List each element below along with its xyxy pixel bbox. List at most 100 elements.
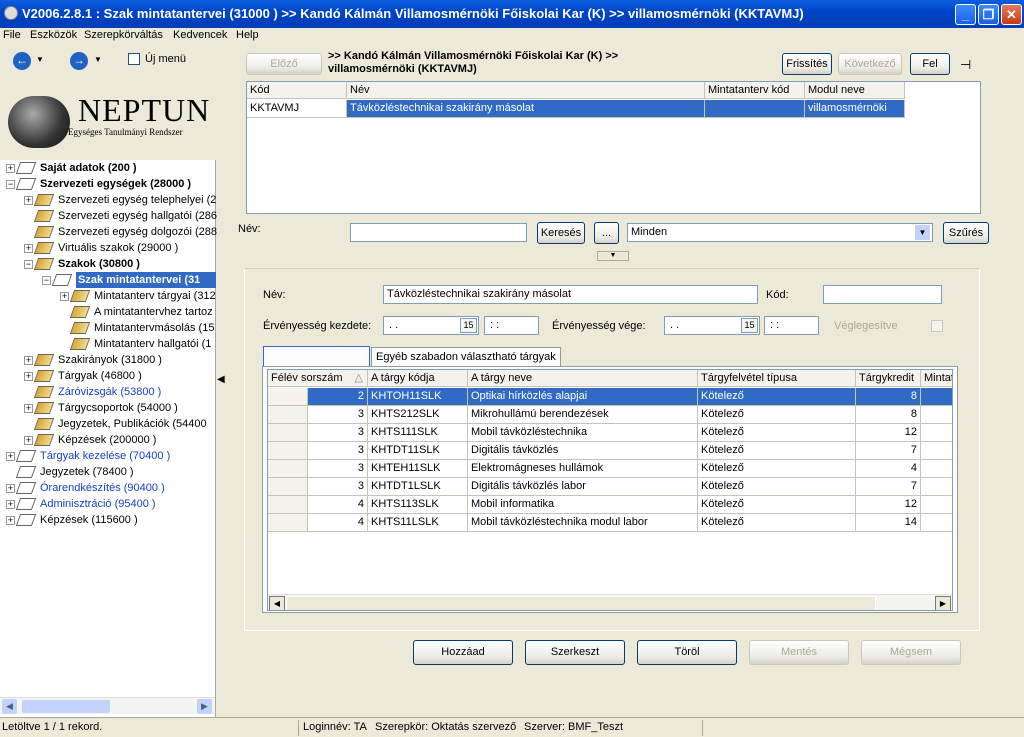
expand-icon[interactable]: + [24,196,33,205]
table-cell[interactable]: KHTDT1LSLK [368,478,468,496]
scroll-left-icon[interactable]: ◀ [269,596,285,610]
tree-item[interactable]: + Képzések (200000 ) [0,432,215,448]
splitter-down-icon[interactable]: ▼ [597,251,629,261]
table-cell[interactable]: KHTDT11SLK [368,442,468,460]
table-cell[interactable]: 4 [308,514,368,532]
table-cell[interactable]: Digitális távközlés labor [468,478,698,496]
tree-item[interactable]: + Tárgyak kezelése (70400 ) [0,448,215,464]
scroll-left-icon[interactable]: ◀ [2,699,17,714]
col-header-enrollment-type[interactable]: Tárgyfelvétel típusa [698,370,856,387]
expand-icon[interactable]: + [60,292,69,301]
table-cell[interactable] [921,496,952,514]
scroll-thumb[interactable] [286,596,876,610]
filter-select[interactable]: Minden ▼ [627,223,933,242]
collapse-panel-icon[interactable]: ◀ [217,367,226,393]
tree-item[interactable]: + Szervezeti egység telephelyei (2 [0,192,216,208]
table-cell[interactable]: 14 [856,514,921,532]
subjects-horizontal-scrollbar[interactable]: ◀ ▶ [268,594,952,610]
tree-horizontal-scrollbar[interactable]: ◀ ▶ [0,697,215,714]
table-cell[interactable]: Kötelező [698,424,856,442]
back-icon[interactable]: ← [13,52,31,70]
col-header-subject-code[interactable]: A tárgy kódja [368,370,468,387]
table-cell[interactable]: Elektromágneses hullámok [468,460,698,478]
pin-icon[interactable]: ⊣ [960,57,971,73]
table-cell[interactable]: 4 [856,460,921,478]
calendar-icon[interactable]: 15 [460,318,477,333]
tree-item[interactable]: Mintatanterv hallgatói (1 [0,336,215,352]
delete-button[interactable]: Töröl [637,640,737,665]
tree-item[interactable]: Szervezeti egység dolgozói (288 [0,224,217,240]
table-cell[interactable]: Kötelező [698,478,856,496]
tree-item[interactable]: + Tárgyak (46800 ) [0,368,215,384]
table-cell[interactable] [921,514,952,532]
col-header-code[interactable]: Kód [247,82,347,99]
expand-icon[interactable]: + [24,372,33,381]
collapse-icon[interactable]: − [6,180,15,189]
table-cell[interactable]: Digitális távközlés [468,442,698,460]
menu-favorites[interactable]: Kedvencek [173,29,227,41]
table-cell[interactable]: Kötelező [698,388,856,406]
menu-help[interactable]: Help [236,29,259,41]
table-cell[interactable]: KHTS212SLK [368,406,468,424]
expand-icon[interactable]: + [24,436,33,445]
close-button[interactable]: ✕ [1001,4,1022,25]
previous-button[interactable]: Előző [246,53,322,75]
table-cell[interactable]: KHTS111SLK [368,424,468,442]
col-header-module[interactable]: Modul neve [805,82,905,99]
col-header-plan-code[interactable]: Mintatanterv kód [705,82,805,99]
menu-tools[interactable]: Eszközök [30,29,77,41]
edit-button[interactable]: Szerkeszt [525,640,625,665]
table-cell[interactable]: Mikrohullámú berendezések [468,406,698,424]
table-cell[interactable]: 3 [308,442,368,460]
table-cell[interactable]: KHTOH11SLK [368,388,468,406]
tree-item[interactable]: − Szak mintatantervei (31 [0,272,216,288]
app-icon[interactable] [4,6,18,20]
table-cell[interactable]: Mobil távközléstechnika modul labor [468,514,698,532]
filter-button[interactable]: Szűrés [943,222,989,244]
new-menu-checkbox[interactable] [128,53,140,65]
tree-item[interactable]: + Órarendkészítés (90400 ) [0,480,215,496]
row-header[interactable] [268,496,308,514]
finalized-checkbox[interactable] [931,320,943,332]
tree-item[interactable]: + Virtuális szakok (29000 ) [0,240,215,256]
table-cell[interactable]: 3 [308,460,368,478]
valid-from-time-input[interactable]: : : [484,316,539,335]
table-cell[interactable]: Kötelező [698,514,856,532]
chevron-down-icon[interactable]: ▼ [915,225,930,240]
cell-module[interactable]: villamosmérnöki [805,100,905,118]
table-cell[interactable] [921,442,952,460]
table-cell[interactable]: Kötelező [698,460,856,478]
tab-elective-subjects[interactable]: Egyéb szabadon választható tárgyak [371,347,561,367]
tree-item[interactable]: + Szakirányok (31800 ) [0,352,215,368]
table-cell[interactable]: Kötelező [698,496,856,514]
row-header[interactable] [268,424,308,442]
cell-plan-code[interactable] [705,100,805,118]
table-cell[interactable]: Kötelező [698,442,856,460]
tree-item[interactable]: Jegyzetek, Publikációk (54400 [0,416,215,432]
table-cell[interactable]: 3 [308,406,368,424]
next-button[interactable]: Következő [838,53,902,75]
tree-item[interactable]: A mintatantervhez tartoz [0,304,215,320]
forward-dropdown-icon[interactable]: ▼ [94,55,102,64]
tab-plan-subjects[interactable]: Mintatanterv tárgyai [263,346,370,367]
cell-code[interactable]: KKTAVMJ [247,100,347,118]
scroll-right-icon[interactable]: ▶ [197,699,212,714]
expand-icon[interactable]: + [6,516,15,525]
expand-icon[interactable]: + [6,452,15,461]
browse-button[interactable]: ... [594,222,619,244]
col-header-subject-name[interactable]: A tárgy neve [468,370,698,387]
expand-icon[interactable]: + [24,404,33,413]
table-cell[interactable] [921,460,952,478]
search-button[interactable]: Keresés [537,222,585,244]
table-cell[interactable] [921,478,952,496]
table-cell[interactable]: 3 [308,478,368,496]
tree-item[interactable]: Záróvizsgák (53800 ) [0,384,215,400]
table-cell[interactable]: 8 [856,388,921,406]
tree-item[interactable]: Szervezeti egység hallgatói (286 [0,208,217,224]
row-header[interactable] [268,460,308,478]
table-cell[interactable] [921,424,952,442]
tree-item[interactable]: − Szakok (30800 ) [0,256,215,272]
collapse-icon[interactable]: − [42,276,51,285]
expand-icon[interactable]: + [24,356,33,365]
row-header[interactable] [268,442,308,460]
